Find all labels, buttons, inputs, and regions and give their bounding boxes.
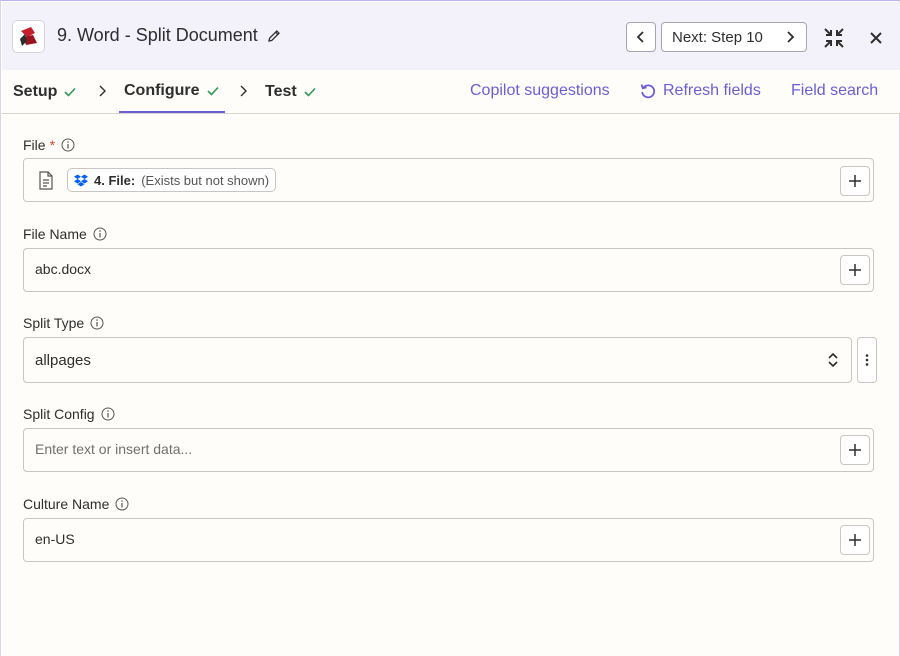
vertical-dots-icon [865,353,869,367]
culture-name-field[interactable]: en-US [23,518,874,562]
plus-icon [848,174,862,188]
file-field[interactable]: 4. File: (Exists but not shown) [23,158,874,202]
refresh-fields-label: Refresh fields [663,82,761,99]
word-app-logo-icon [12,20,45,53]
info-icon[interactable] [61,138,75,152]
next-step-button[interactable]: Next: Step 10 [661,22,807,52]
chevron-right-icon [237,84,249,98]
insert-data-button[interactable] [840,166,870,196]
required-marker: * [49,137,56,153]
tab-test-label: Test [265,82,297,100]
split-config-label-text: Split Config [23,406,95,422]
data-pill-value: (Exists but not shown) [141,172,270,188]
document-icon [38,171,54,190]
insert-data-button[interactable] [840,525,870,555]
close-button[interactable] [866,28,886,48]
plus-icon [848,443,862,457]
tab-setup[interactable]: Setup [13,70,77,113]
culture-name-field-label: Culture Name [23,496,129,512]
checkmark-icon [63,86,77,98]
data-pill[interactable]: 4. File: (Exists but not shown) [67,168,277,192]
refresh-icon [639,82,657,100]
tab-configure-label: Configure [124,81,200,99]
file-field-label: File * [23,137,75,153]
data-pill-step: 4. File: [94,172,136,188]
file-name-label-text: File Name [23,226,87,242]
field-search-label: Field search [791,82,879,99]
copilot-suggestions-button[interactable]: Copilot suggestions [470,82,610,100]
collapse-arrows-icon [823,27,845,49]
file-label-text: File [23,137,46,153]
pencil-icon[interactable] [266,28,282,44]
select-arrows-icon [827,352,839,368]
plus-icon [848,263,862,277]
checkmark-icon [303,86,317,98]
step-header: 9. Word - Split Document Next: Step 10 [2,2,900,70]
split-type-field-label: Split Type [23,315,104,331]
info-icon[interactable] [93,227,107,241]
step-panel: 9. Word - Split Document Next: Step 10 S… [0,0,900,656]
chevron-right-icon [96,84,108,98]
info-icon[interactable] [115,497,129,511]
tab-configure[interactable]: Configure [119,70,225,113]
step-tabs-bar: Setup Configure Test Copilot suggestions [2,70,900,114]
close-icon [869,31,883,45]
culture-name-value: en-US [35,531,75,547]
file-name-field-label: File Name [23,226,107,242]
chevron-left-icon [635,30,647,44]
tab-setup-label: Setup [13,82,58,100]
dropbox-icon [74,174,88,187]
split-config-field-label: Split Config [23,406,115,422]
chevron-right-icon [784,30,796,44]
more-options-button[interactable] [857,337,877,383]
step-title-text: 9. Word - Split Document [57,25,258,45]
file-name-field[interactable]: abc.docx [23,248,874,292]
previous-step-button[interactable] [626,22,656,52]
split-type-select[interactable]: allpages [23,337,852,383]
field-search-button[interactable]: Field search [791,82,878,100]
file-name-value: abc.docx [35,261,92,277]
tab-test[interactable]: Test [265,70,317,113]
plus-icon [848,533,862,547]
split-type-value: allpages [35,352,91,369]
info-icon[interactable] [101,407,115,421]
insert-data-button[interactable] [840,255,870,285]
split-type-label-text: Split Type [23,315,85,331]
copilot-suggestions-label: Copilot suggestions [470,82,610,99]
split-config-placeholder: Enter text or insert data... [35,441,193,457]
collapse-button[interactable] [822,26,846,50]
refresh-fields-button[interactable]: Refresh fields [639,82,761,100]
info-icon[interactable] [90,316,104,330]
insert-data-button[interactable] [840,435,870,465]
culture-name-label-text: Culture Name [23,496,110,512]
checkmark-icon [206,85,220,97]
split-config-field[interactable]: Enter text or insert data... [23,428,874,472]
step-title: 9. Word - Split Document [57,25,282,46]
next-step-label: Next: Step 10 [672,28,763,46]
